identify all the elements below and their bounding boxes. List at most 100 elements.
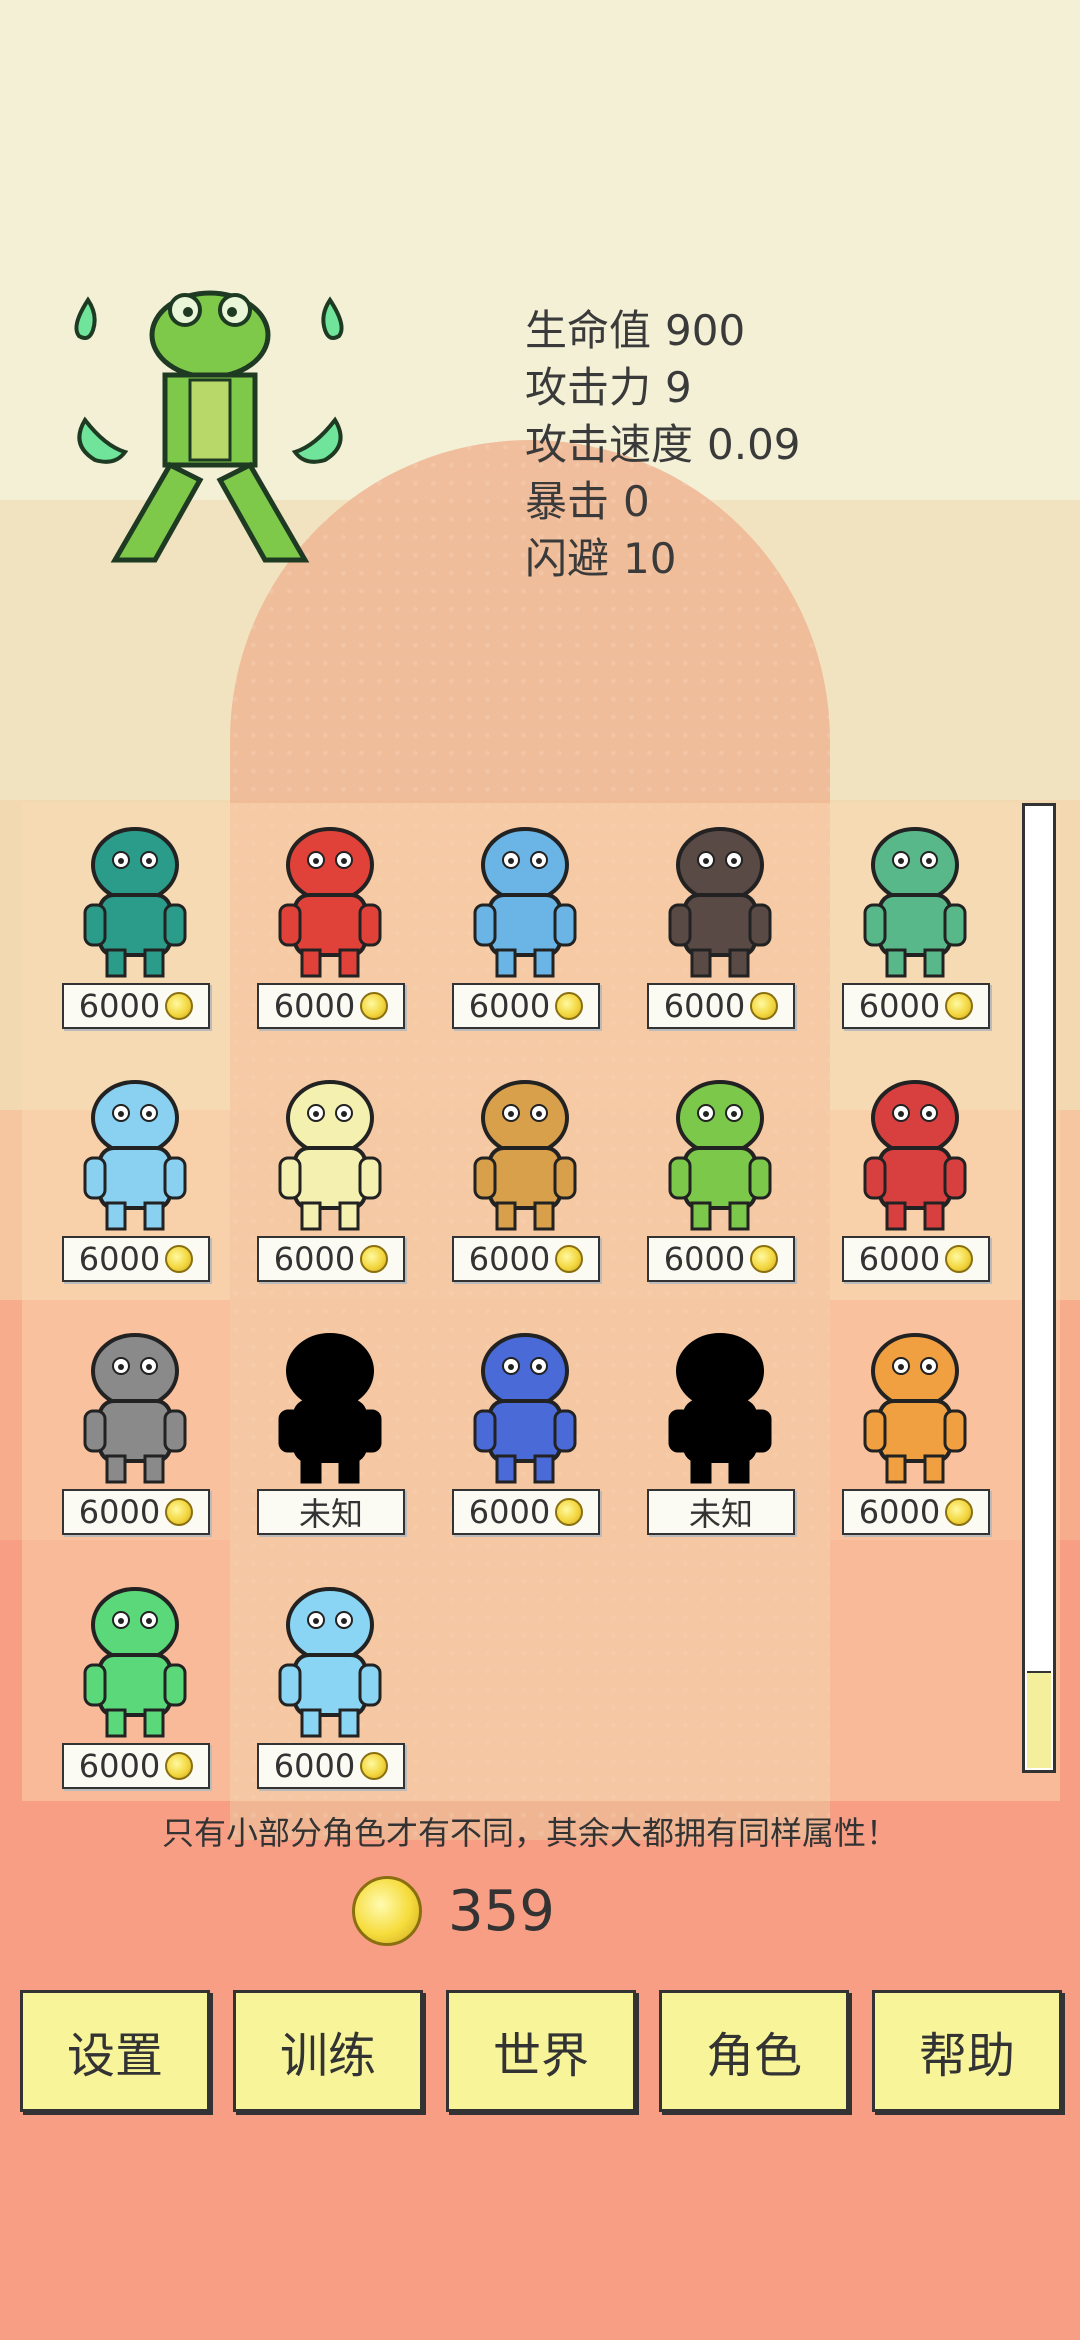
coin-icon	[555, 1498, 584, 1526]
character-card-blue-furry-monster[interactable]: 6000	[55, 1063, 215, 1298]
price-tag: 6000	[647, 1236, 795, 1282]
price-tag: 6000	[62, 1236, 210, 1282]
coin-icon	[750, 992, 779, 1020]
price-tag: 6000	[452, 1236, 600, 1282]
striped-tongue-beast-sprite	[473, 1080, 577, 1231]
unknown-text: 未知	[298, 1495, 363, 1533]
price-value: 6000	[78, 1240, 161, 1278]
price-value: 6000	[78, 1747, 161, 1785]
crocodile-warrior-sprite	[83, 827, 187, 978]
price-value: 6000	[273, 1747, 356, 1785]
scrollbar-thumb[interactable]	[1027, 1671, 1051, 1768]
price-tag: 6000	[62, 1489, 210, 1535]
price-tag: 6000	[257, 1743, 405, 1789]
green-lizard-sprite	[668, 1080, 772, 1231]
fox-chef-sprite	[278, 827, 382, 978]
grey-ghost-sprite	[83, 1333, 187, 1484]
coin-icon	[360, 1752, 389, 1780]
shark-swordsman-sprite	[473, 827, 577, 978]
coin-balance: 359	[352, 1876, 555, 1946]
coin-icon	[352, 1876, 422, 1946]
price-value: 6000	[858, 987, 941, 1025]
price-value: 6000	[78, 1493, 161, 1531]
character-card-hermit-brute[interactable]: 6000	[640, 810, 800, 1045]
red-dragon-hammer-sprite	[863, 1080, 967, 1231]
mermaid-trident-sprite	[863, 827, 967, 978]
locked-label: 未知	[257, 1489, 405, 1535]
coin-icon	[165, 1752, 194, 1780]
price-tag: 6000	[62, 983, 210, 1029]
character-stats: 生命值 900 攻击力 9 攻击速度 0.09 暴击 0 闪避 10	[525, 302, 801, 587]
character-card-grey-ghost[interactable]: 6000	[55, 1316, 215, 1551]
price-tag: 6000	[257, 983, 405, 1029]
price-tag: 6000	[452, 983, 600, 1029]
price-value: 6000	[468, 1493, 551, 1531]
character-card-crocodile-warrior[interactable]: 6000	[55, 810, 215, 1045]
coin-icon	[945, 992, 974, 1020]
locked-label: 未知	[647, 1489, 795, 1535]
character-card-duck-warrior[interactable]: 6000	[250, 1063, 410, 1298]
price-value: 6000	[663, 1240, 746, 1278]
stat-dodge: 闪避 10	[525, 534, 677, 583]
bat-demon-sprite	[473, 1333, 577, 1484]
price-tag: 6000	[452, 1489, 600, 1535]
stat-hp: 生命值 900	[525, 306, 746, 355]
character-card-striped-tongue-beast[interactable]: 6000	[445, 1063, 605, 1298]
stat-crit: 暴击 0	[525, 477, 650, 526]
fire-spirit-sprite	[863, 1333, 967, 1484]
character-card-shark-swordsman[interactable]: 6000	[445, 810, 605, 1045]
water-spirit-sprite	[278, 1587, 382, 1738]
hermit-brute-sprite	[668, 827, 772, 978]
price-value: 6000	[273, 1240, 356, 1278]
price-value: 6000	[663, 987, 746, 1025]
coin-icon	[360, 992, 389, 1020]
character-card-mermaid-trident[interactable]: 6000	[835, 810, 995, 1045]
settings-button[interactable]: 设置	[20, 1990, 210, 2112]
character-card-unknown-silhouette-1[interactable]: 未知	[250, 1316, 410, 1551]
coin-icon	[750, 1245, 779, 1273]
unknown-silhouette-2-sprite	[668, 1333, 772, 1484]
selected-character-sprite	[74, 290, 344, 563]
price-tag: 6000	[62, 1743, 210, 1789]
coin-icon	[555, 1245, 584, 1273]
unknown-text: 未知	[688, 1495, 753, 1533]
duck-warrior-sprite	[278, 1080, 382, 1231]
help-button[interactable]: 帮助	[872, 1990, 1062, 2112]
price-value: 6000	[858, 1240, 941, 1278]
character-card-red-dragon-hammer[interactable]: 6000	[835, 1063, 995, 1298]
price-value: 6000	[468, 1240, 551, 1278]
blue-furry-monster-sprite	[83, 1080, 187, 1231]
coin-icon	[945, 1245, 974, 1273]
coin-icon	[945, 1498, 974, 1526]
price-value: 6000	[273, 987, 356, 1025]
coin-icon	[165, 1245, 194, 1273]
hint-text: 只有小部分角色才有不同，其余大都拥有同样属性！	[161, 1814, 898, 1852]
coin-icon	[165, 1498, 194, 1526]
character-card-fire-spirit[interactable]: 6000	[835, 1316, 995, 1551]
price-value: 6000	[78, 987, 161, 1025]
character-card-bat-demon[interactable]: 6000	[445, 1316, 605, 1551]
coin-icon	[360, 1245, 389, 1273]
price-tag: 6000	[842, 983, 990, 1029]
character-card-green-tornado-spirit[interactable]: 6000	[55, 1570, 215, 1805]
unknown-silhouette-1-sprite	[278, 1333, 382, 1484]
list-scrollbar[interactable]	[1022, 803, 1056, 1773]
coin-icon	[555, 992, 584, 1020]
price-tag: 6000	[842, 1489, 990, 1535]
price-tag: 6000	[257, 1236, 405, 1282]
character-card-fox-chef[interactable]: 6000	[250, 810, 410, 1045]
character-card-unknown-silhouette-2[interactable]: 未知	[640, 1316, 800, 1551]
training-button[interactable]: 训练	[233, 1990, 423, 2112]
stat-attack-speed: 攻击速度 0.09	[525, 420, 801, 469]
price-tag: 6000	[842, 1236, 990, 1282]
world-button[interactable]: 世界	[446, 1990, 636, 2112]
price-value: 6000	[858, 1493, 941, 1531]
coin-amount: 359	[448, 1878, 555, 1944]
price-value: 6000	[468, 987, 551, 1025]
characters-button[interactable]: 角色	[659, 1990, 849, 2112]
stat-attack: 攻击力 9	[525, 363, 692, 412]
character-card-water-spirit[interactable]: 6000	[250, 1570, 410, 1805]
character-card-green-lizard[interactable]: 6000	[640, 1063, 800, 1298]
coin-icon	[165, 992, 194, 1020]
price-tag: 6000	[647, 983, 795, 1029]
